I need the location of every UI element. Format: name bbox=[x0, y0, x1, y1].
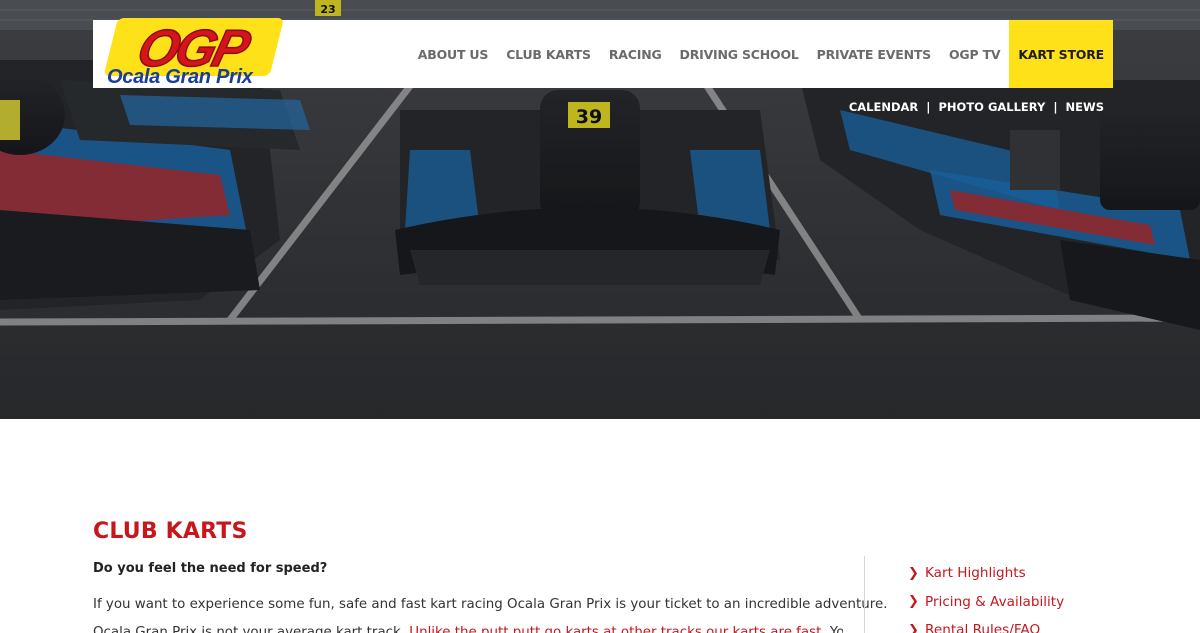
sidebar-link-pricing[interactable]: ❯ Pricing & Availability bbox=[908, 588, 1064, 617]
subnav-photo-gallery[interactable]: PHOTO GALLERY bbox=[938, 100, 1045, 114]
sidebar-link-label: Pricing & Availability bbox=[925, 593, 1065, 610]
lead-text: Do you feel the need for speed? bbox=[93, 561, 328, 576]
secondary-nav: CALENDAR | PHOTO GALLERY | NEWS bbox=[849, 100, 1104, 114]
body-link[interactable]: Unlike the putt putt go karts at other t… bbox=[409, 625, 825, 633]
body-paragraph: Ocala Gran Prix is not your average kart… bbox=[93, 625, 843, 633]
subnav-news[interactable]: NEWS bbox=[1066, 100, 1104, 114]
sidebar-link-label: Rental Rules/FAQ bbox=[925, 622, 1041, 633]
page-title: CLUB KARTS bbox=[93, 519, 248, 544]
main-nav: ABOUT US CLUB KARTS RACING DRIVING SCHOO… bbox=[409, 20, 1113, 88]
body-text-end: You will feel bbox=[829, 625, 843, 633]
sidebar-links: ❯ Kart Highlights ❯ Pricing & Availability… bbox=[908, 559, 1064, 633]
subnav-calendar[interactable]: CALENDAR bbox=[849, 100, 918, 114]
subnav-separator: | bbox=[1053, 100, 1058, 114]
nav-racing[interactable]: RACING bbox=[600, 20, 671, 88]
nav-about-us[interactable]: ABOUT US bbox=[409, 20, 497, 88]
sidebar-link-rental-rules[interactable]: ❯ Rental Rules/FAQ bbox=[908, 616, 1064, 633]
subnav-separator: | bbox=[926, 100, 931, 114]
nav-ogp-tv[interactable]: OGP TV bbox=[940, 20, 1009, 88]
nav-club-karts[interactable]: CLUB KARTS bbox=[497, 20, 600, 88]
sidebar-link-kart-highlights[interactable]: ❯ Kart Highlights bbox=[908, 559, 1064, 588]
nav-private-events[interactable]: PRIVATE EVENTS bbox=[808, 20, 940, 88]
chevron-right-icon: ❯ bbox=[908, 565, 919, 581]
nav-kart-store-button[interactable]: KART STORE bbox=[1009, 20, 1113, 88]
site-logo[interactable]: OGP Ocala Gran Prix bbox=[93, 14, 289, 98]
site-header: OGP Ocala Gran Prix ABOUT US CLUB KARTS … bbox=[93, 18, 1113, 88]
nav-driving-school[interactable]: DRIVING SCHOOL bbox=[671, 20, 808, 88]
chevron-right-icon: ❯ bbox=[908, 594, 919, 610]
intro-paragraph: If you want to experience some fun, safe… bbox=[93, 597, 888, 612]
body-text: Ocala Gran Prix is not your average kart… bbox=[93, 625, 410, 633]
sidebar-divider bbox=[864, 556, 865, 633]
chevron-right-icon: ❯ bbox=[908, 622, 919, 633]
logo-tagline: Ocala Gran Prix bbox=[107, 66, 253, 88]
sidebar-link-label: Kart Highlights bbox=[925, 565, 1026, 582]
